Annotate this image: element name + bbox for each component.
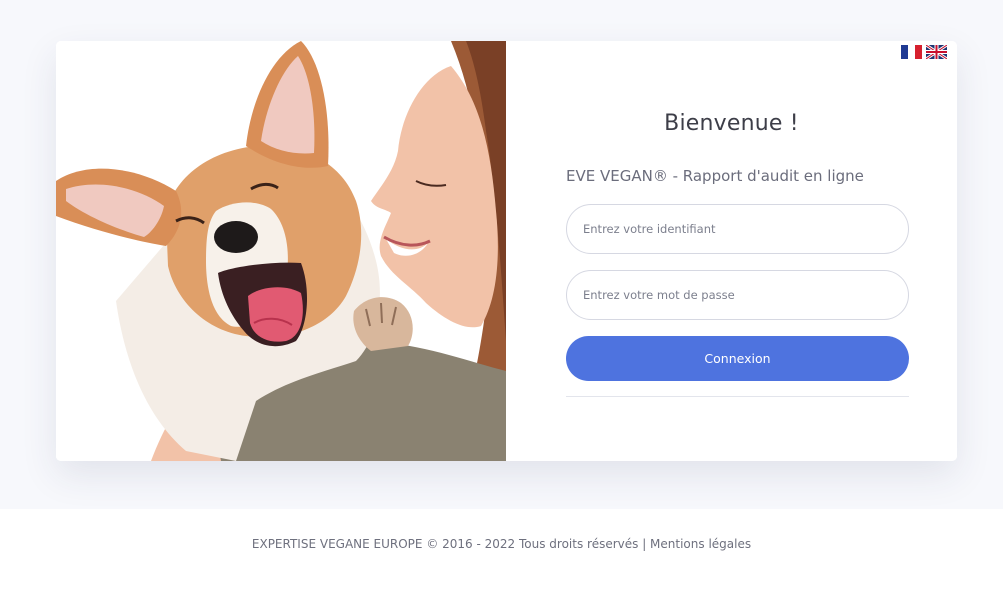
- uk-flag-icon[interactable]: [926, 45, 947, 59]
- footer: EXPERTISE VEGANE EUROPE © 2016 - 2022 To…: [0, 537, 1003, 551]
- login-button[interactable]: Connexion: [566, 336, 909, 381]
- footer-separator: |: [638, 537, 651, 551]
- language-switcher: [901, 45, 947, 59]
- france-flag-icon[interactable]: [901, 45, 922, 59]
- login-card: Bienvenue ! EVE VEGAN® - Rapport d'audit…: [56, 41, 957, 461]
- login-form-panel: Bienvenue ! EVE VEGAN® - Rapport d'audit…: [506, 41, 957, 461]
- footer-copyright: EXPERTISE VEGANE EUROPE © 2016 - 2022 To…: [251, 537, 639, 551]
- app-subtitle: EVE VEGAN® - Rapport d'audit en ligne: [566, 167, 864, 185]
- welcome-title: Bienvenue !: [664, 111, 799, 136]
- legal-notice-link[interactable]: Mentions légales: [650, 537, 751, 551]
- username-input[interactable]: [566, 204, 909, 254]
- form-divider: [566, 396, 909, 397]
- password-input[interactable]: [566, 270, 909, 320]
- hero-photo-woman-with-dog: [56, 41, 506, 461]
